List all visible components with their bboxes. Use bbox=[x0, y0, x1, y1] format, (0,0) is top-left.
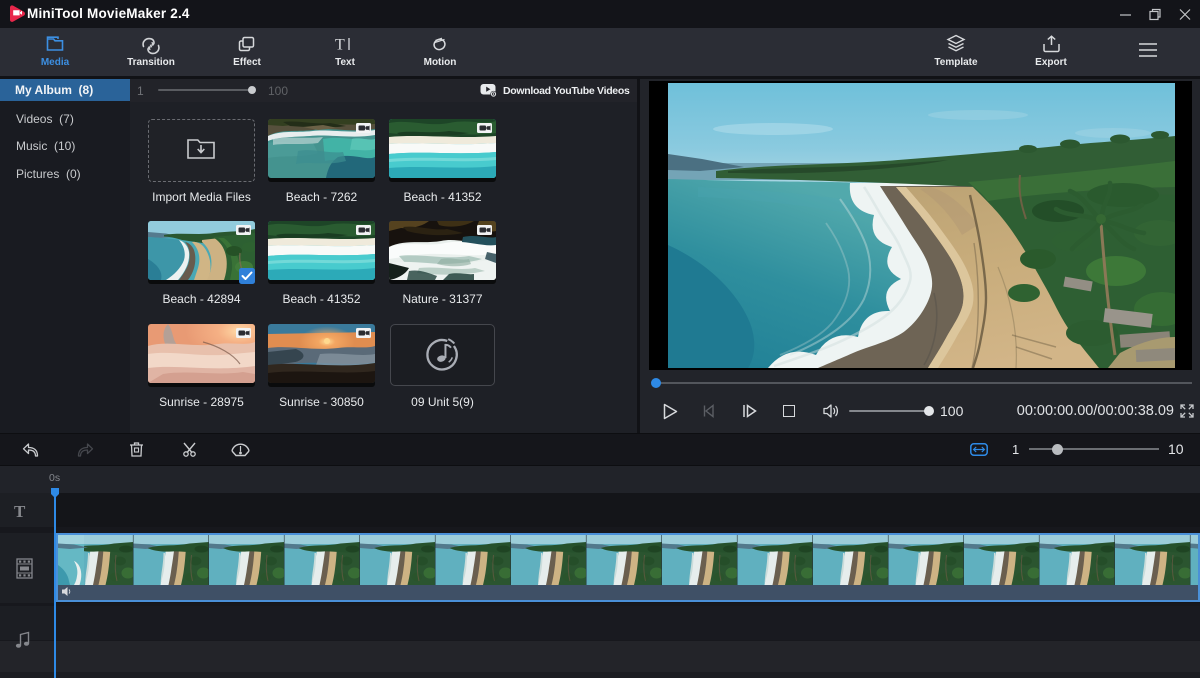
svg-text:T: T bbox=[335, 37, 345, 54]
